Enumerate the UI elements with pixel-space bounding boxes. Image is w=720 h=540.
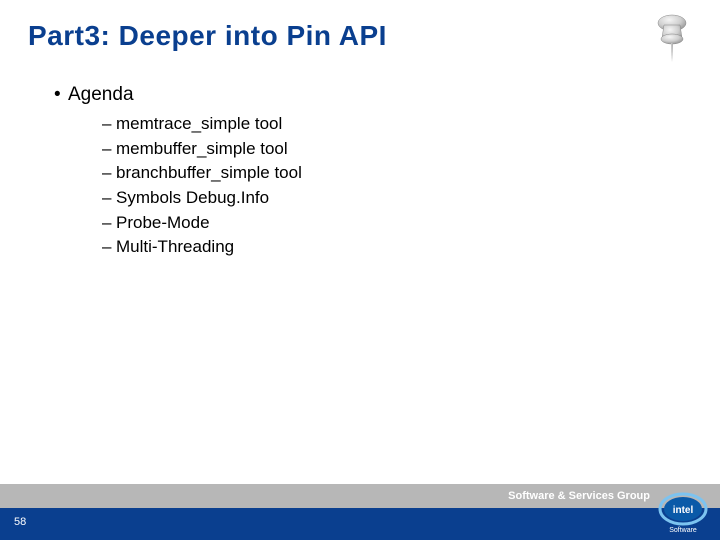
list-item: membuffer_simple tool bbox=[102, 137, 680, 162]
footer-group-text: Software & Services Group bbox=[508, 490, 650, 502]
intel-logo: intel Software bbox=[658, 490, 708, 534]
agenda-label: Agenda bbox=[68, 84, 134, 105]
list-item: branchbuffer_simple tool bbox=[102, 161, 680, 186]
list-item: Symbols Debug.Info bbox=[102, 186, 680, 211]
slide-title: Part3: Deeper into Pin API bbox=[28, 20, 387, 52]
pushpin-icon bbox=[642, 8, 702, 68]
list-item: memtrace_simple tool bbox=[102, 112, 680, 137]
list-item: Multi-Threading bbox=[102, 235, 680, 260]
footer: Software & Services Group 58 intel Softw… bbox=[0, 484, 720, 540]
logo-subtext: Software bbox=[669, 527, 697, 534]
agenda-bullet: Agenda memtrace_simple tool membuffer_si… bbox=[54, 84, 680, 260]
footer-top-bar: Software & Services Group bbox=[0, 484, 720, 508]
slide: Part3: Deeper into Pin API Agenda bbox=[0, 0, 720, 540]
content-area: Agenda memtrace_simple tool membuffer_si… bbox=[54, 84, 680, 268]
list-item: Probe-Mode bbox=[102, 211, 680, 236]
footer-bottom-bar: 58 bbox=[0, 508, 720, 540]
logo-text: intel bbox=[673, 505, 694, 516]
agenda-sub-list: memtrace_simple tool membuffer_simple to… bbox=[102, 112, 680, 260]
page-number: 58 bbox=[14, 516, 26, 528]
